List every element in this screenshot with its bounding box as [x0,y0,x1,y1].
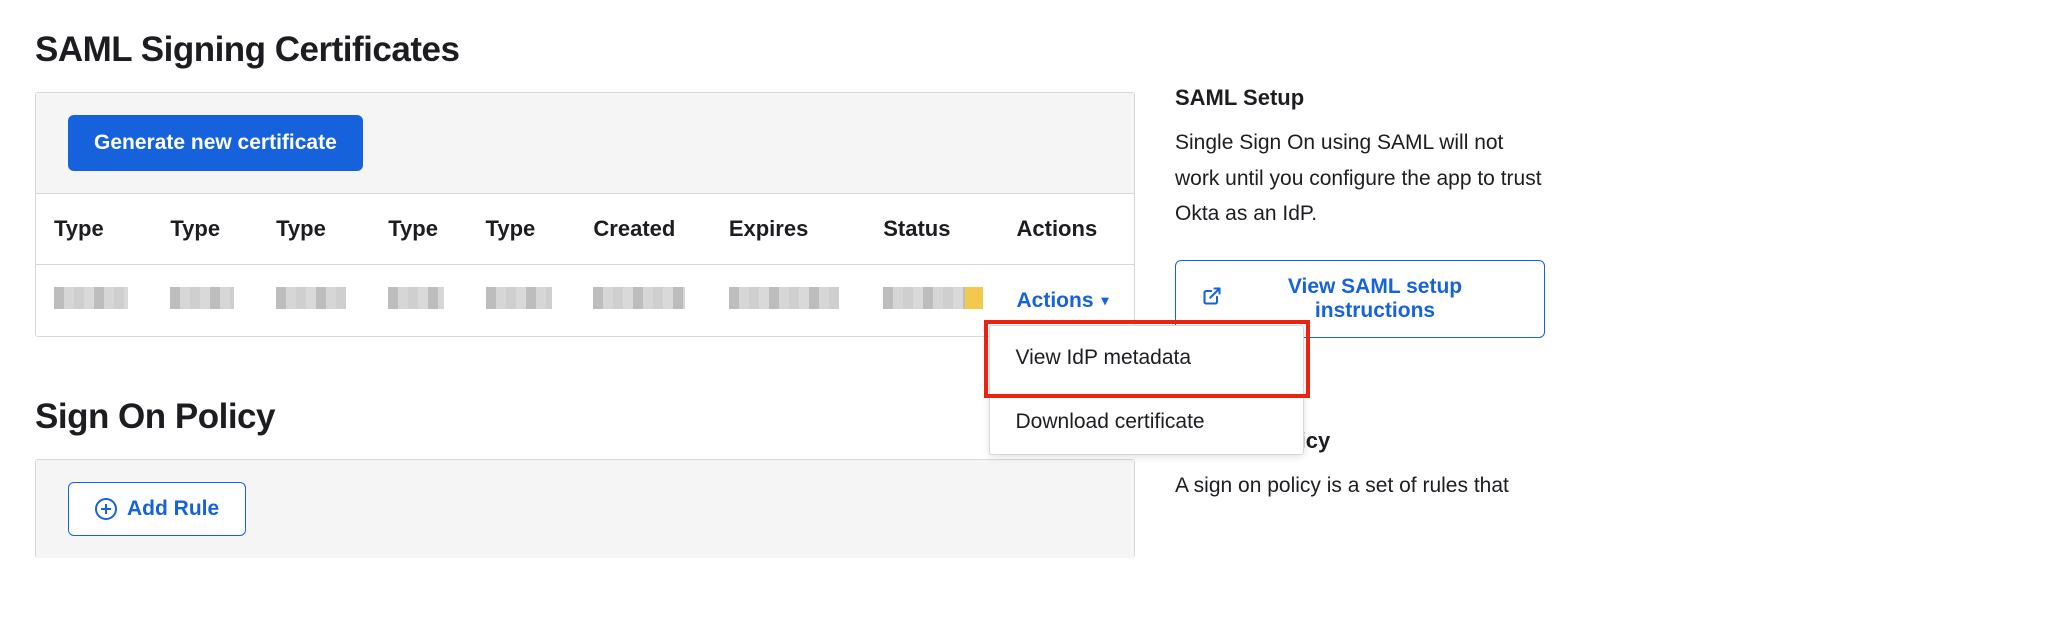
redacted-cell [486,287,552,309]
actions-dropdown: View IdP metadata Download certificate [989,325,1304,455]
actions-label: Actions [1017,289,1094,313]
add-rule-button[interactable]: Add Rule [68,482,246,536]
redacted-cell [170,287,234,309]
download-certificate-item[interactable]: Download certificate [990,390,1303,454]
redacted-status-cell [883,287,973,309]
certificates-table: Type Type Type Type Type Created Expires… [36,194,1134,336]
table-header: Type [36,194,152,265]
table-header: Actions [999,194,1135,265]
sign-on-policy-panel: Add Rule [35,459,1135,558]
table-header: Expires [711,194,865,265]
saml-certs-heading: SAML Signing Certificates [35,30,1135,70]
chevron-down-icon: ▾ [1102,292,1109,309]
external-link-icon [1202,286,1222,312]
view-saml-instructions-label: View SAML setup instructions [1232,275,1518,323]
redacted-cell [388,287,444,309]
table-header: Created [575,194,710,265]
add-rule-label: Add Rule [127,497,219,521]
table-header: Type [468,194,576,265]
plus-circle-icon [95,498,117,520]
table-header: Type [370,194,467,265]
saml-setup-text: Single Sign On using SAML will not work … [1175,125,1545,232]
panel-toolbar: Add Rule [36,460,1134,558]
actions-dropdown-trigger[interactable]: Actions ▾ View IdP metadata Download cer… [1017,289,1109,313]
table-row: Actions ▾ View IdP metadata Download cer… [36,265,1134,337]
table-header: Type [152,194,258,265]
redacted-cell [729,287,839,309]
saml-setup-heading: SAML Setup [1175,85,1545,111]
redacted-cell [276,287,346,309]
saml-setup-sidebar: SAML Setup Single Sign On using SAML wil… [1175,85,1545,338]
redacted-cell [593,287,685,309]
sign-on-policy-sidebar-text: A sign on policy is a set of rules that [1175,468,1545,504]
saml-certs-panel: Generate new certificate Type Type Type … [35,92,1135,337]
panel-toolbar: Generate new certificate [36,93,1134,194]
view-idp-metadata-item[interactable]: View IdP metadata [990,326,1303,390]
sign-on-policy-heading: Sign On Policy [35,397,1135,437]
table-header: Status [865,194,998,265]
table-header: Type [258,194,370,265]
generate-certificate-button[interactable]: Generate new certificate [68,115,363,171]
redacted-cell [54,287,128,309]
